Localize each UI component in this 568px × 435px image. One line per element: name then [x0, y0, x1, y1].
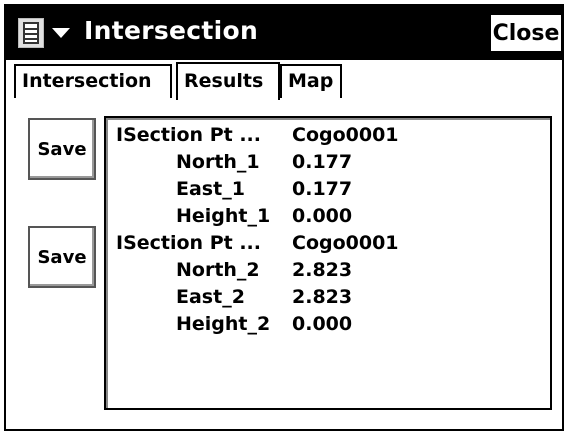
result-label: ISection Pt ...: [116, 124, 261, 146]
result-value: Cogo0001: [292, 232, 399, 254]
save-button-2[interactable]: Save: [28, 226, 96, 288]
result-value: 0.000: [292, 313, 353, 335]
result-row: ISection Pt ... Cogo0001: [106, 232, 546, 258]
result-row: Height_2 0.000: [106, 313, 546, 339]
result-value: 0.177: [292, 151, 353, 173]
chevron-down-icon: [52, 28, 70, 38]
tab-results[interactable]: Results: [176, 62, 280, 100]
tab-bar: Intersection Results Map: [14, 62, 562, 100]
result-label: Height_1: [176, 205, 271, 227]
result-value: 0.177: [292, 178, 353, 200]
result-label: North_1: [176, 151, 260, 173]
document-menu-icon: [18, 18, 44, 48]
result-label: North_2: [176, 259, 260, 281]
result-label: Height_2: [176, 313, 271, 335]
result-row: Height_1 0.000: [106, 205, 546, 231]
title-bar: Intersection Close: [6, 6, 562, 60]
result-label: East_2: [176, 286, 245, 308]
result-row: ISection Pt ... Cogo0001: [106, 124, 546, 150]
result-value: 2.823: [292, 259, 353, 281]
tab-map[interactable]: Map: [280, 64, 342, 98]
window-title: Intersection: [84, 16, 259, 45]
window-menu-button[interactable]: [14, 14, 80, 52]
result-row: East_1 0.177: [106, 178, 546, 204]
result-value: 2.823: [292, 286, 353, 308]
result-value: 0.000: [292, 205, 353, 227]
intersection-window: Intersection Close Intersection Results …: [4, 4, 564, 431]
result-label: ISection Pt ...: [116, 232, 261, 254]
close-button[interactable]: Close: [490, 14, 562, 52]
tab-intersection[interactable]: Intersection: [14, 64, 172, 98]
result-row: East_2 2.823: [106, 286, 546, 312]
result-value: Cogo0001: [292, 124, 399, 146]
results-list[interactable]: ISection Pt ... Cogo0001 North_1 0.177 E…: [104, 116, 552, 410]
save-button-1[interactable]: Save: [28, 118, 96, 180]
result-row: North_2 2.823: [106, 259, 546, 285]
result-label: East_1: [176, 178, 245, 200]
result-row: North_1 0.177: [106, 151, 546, 177]
